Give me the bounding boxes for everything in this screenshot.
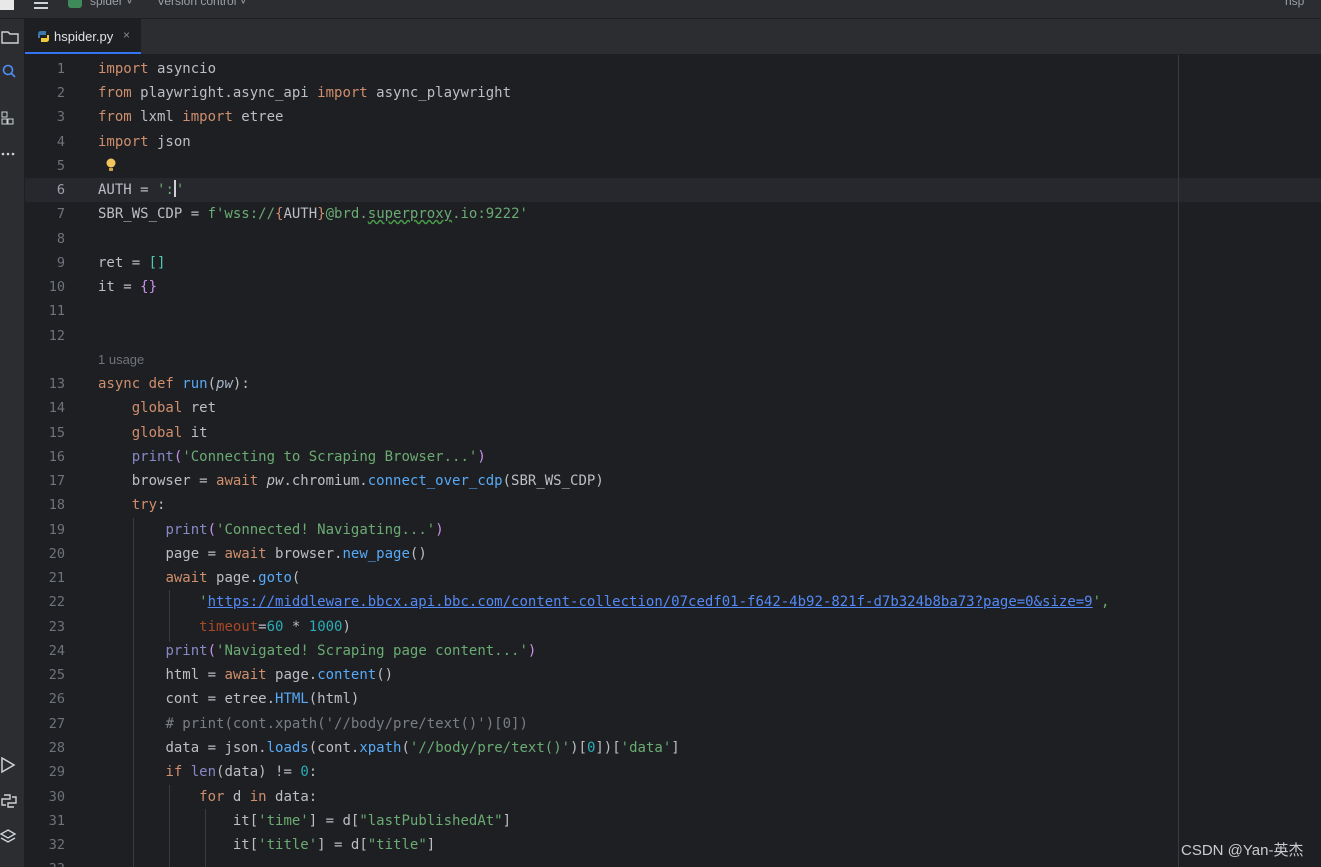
code-line[interactable]: SBR_WS_CDP = f'wss://{AUTH}@brd.superpro… <box>98 202 528 226</box>
line-number: 26 <box>48 691 65 707</box>
line-number: 16 <box>48 449 65 465</box>
code-line[interactable]: it['title'] = d["title"] <box>98 833 435 857</box>
url-link[interactable]: https://middleware.bbcx.api.bbc.com/cont… <box>208 594 1093 610</box>
code-editor[interactable]: 1 2 3 4 5 6 7 8 9 10 11 12 13 14 15 16 1… <box>25 55 1321 867</box>
code-line[interactable]: html = await page.content() <box>98 663 393 687</box>
line-number: 23 <box>48 619 65 635</box>
code-line[interactable]: print('Connecting to Scraping Browser...… <box>98 445 486 469</box>
line-number: 4 <box>56 134 65 150</box>
usages-inlay-hint[interactable]: 1 usage <box>98 348 144 372</box>
line-number: 13 <box>48 376 65 392</box>
folder-icon[interactable] <box>0 27 22 47</box>
code-line[interactable]: page = await browser.new_page() <box>98 542 426 566</box>
code-line[interactable]: 'https://middleware.bbcx.api.bbc.com/con… <box>98 590 1109 614</box>
python-console-icon[interactable] <box>0 791 22 811</box>
more-tools-icon[interactable] <box>0 144 22 164</box>
line-number: 19 <box>48 522 65 538</box>
line-number: 24 <box>48 643 65 659</box>
line-number: 9 <box>56 255 65 271</box>
line-number: 2 <box>56 85 65 101</box>
code-line[interactable]: from playwright.async_api import async_p… <box>98 81 511 105</box>
tab-hspider-py[interactable]: hspider.py × <box>25 19 141 54</box>
code-line[interactable]: ret = [] <box>98 251 165 275</box>
line-number: 22 <box>48 594 65 610</box>
code-line[interactable]: print('Connected! Navigating...') <box>98 518 443 542</box>
line-number: 17 <box>48 473 65 489</box>
line-number: 3 <box>56 109 65 125</box>
code-line[interactable]: import json <box>98 130 191 154</box>
code-line[interactable]: async def run(pw): <box>98 372 250 396</box>
line-number: 15 <box>48 425 65 441</box>
title-bar: S spider ˅ Version control ˅ hsp <box>0 0 1321 19</box>
code-line[interactable]: cont = etree.HTML(html) <box>98 687 359 711</box>
line-number: 1 <box>56 61 65 77</box>
line-number: 30 <box>48 789 65 805</box>
current-line-highlight <box>25 178 1321 202</box>
line-number: 14 <box>48 400 65 416</box>
line-number: 25 <box>48 667 65 683</box>
search-icon[interactable] <box>0 61 22 81</box>
line-number: 32 <box>48 837 65 853</box>
code-line[interactable]: data = json.loads(cont.xpath('//body/pre… <box>98 736 679 760</box>
line-number: 18 <box>48 497 65 513</box>
run-config-selector[interactable]: hsp <box>1285 0 1304 8</box>
code-line[interactable]: try: <box>98 493 166 517</box>
line-number: 20 <box>48 546 65 562</box>
line-number: 11 <box>48 303 65 319</box>
line-number: 12 <box>48 328 65 344</box>
code-line[interactable]: browser = await pw.chromium.connect_over… <box>98 469 604 493</box>
code-line[interactable]: print('Navigated! Scraping page content.… <box>98 639 536 663</box>
line-number: 21 <box>48 570 65 586</box>
code-line[interactable]: global ret <box>98 396 216 420</box>
project-badge[interactable]: S <box>68 0 82 8</box>
right-margin-guide <box>1178 55 1179 867</box>
line-number: 27 <box>48 716 65 732</box>
line-number: 5 <box>56 158 65 174</box>
lightbulb-icon[interactable] <box>105 157 117 178</box>
code-line[interactable]: await page.goto( <box>98 566 300 590</box>
ide-logo-icon <box>0 0 14 10</box>
line-number: 29 <box>48 764 65 780</box>
hamburger-menu-icon[interactable] <box>34 0 48 9</box>
run-icon[interactable] <box>0 755 22 775</box>
line-number: 8 <box>56 231 65 247</box>
layers-icon[interactable] <box>0 827 22 847</box>
code-line[interactable]: global it <box>98 421 208 445</box>
code-line-current[interactable]: AUTH = ': ' <box>98 178 184 202</box>
code-line[interactable]: import asyncio <box>98 57 216 81</box>
structure-icon[interactable] <box>0 109 22 129</box>
tool-window-strip <box>0 19 25 867</box>
line-number: 10 <box>48 279 65 295</box>
line-number: 31 <box>48 813 65 829</box>
version-control-menu[interactable]: Version control ˅ <box>157 0 247 8</box>
close-icon[interactable]: × <box>123 28 130 42</box>
code-line[interactable]: timeout=60 * 1000) <box>98 615 351 639</box>
code-line[interactable]: from lxml import etree <box>98 105 283 129</box>
project-selector[interactable]: spider ˅ <box>90 0 133 8</box>
watermark: CSDN @Yan-英杰 <box>1181 842 1304 859</box>
code-line[interactable]: it['time'] = d["lastPublishedAt"] <box>98 809 511 833</box>
line-number-current: 6 <box>56 182 65 198</box>
python-file-icon <box>37 30 50 48</box>
tab-label: hspider.py <box>54 29 114 44</box>
line-number: 28 <box>48 740 65 756</box>
line-number: 7 <box>56 206 65 222</box>
code-line[interactable]: it = {} <box>98 275 157 299</box>
line-number: 33 <box>25 857 65 867</box>
code-line[interactable]: if len(data) != 0: <box>98 760 317 784</box>
editor-tab-bar: hspider.py × <box>25 19 1321 55</box>
code-line[interactable]: # print(cont.xpath('//body/pre/text()')[… <box>98 712 527 736</box>
code-line[interactable]: for d in data: <box>98 785 317 809</box>
